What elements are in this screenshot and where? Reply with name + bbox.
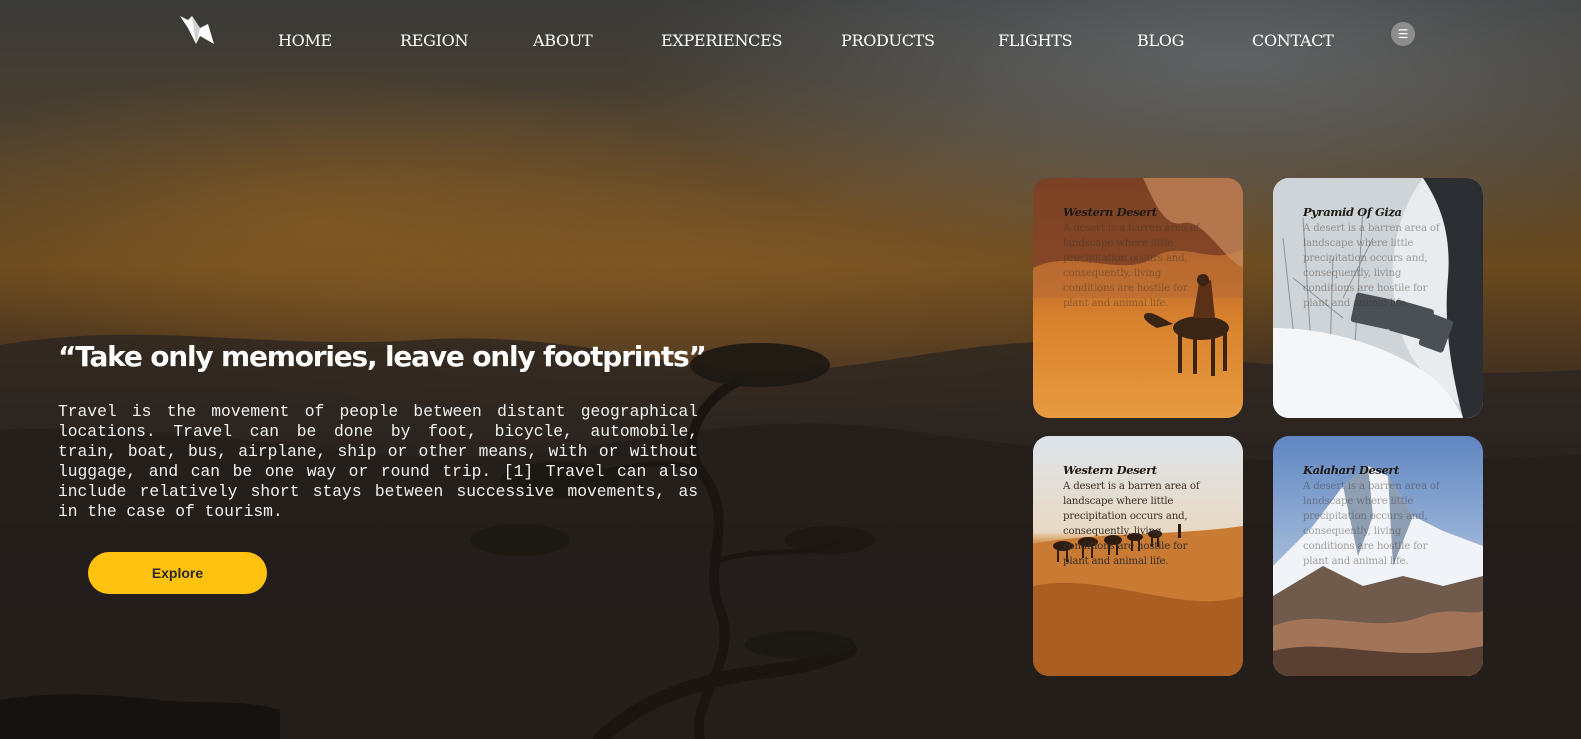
hero-description: Travel is the movement of people between… bbox=[58, 402, 698, 521]
origami-bird-logo[interactable] bbox=[178, 14, 216, 48]
nav-blog[interactable]: BLOG bbox=[1137, 31, 1184, 50]
card-description: A desert is a barren area of landscape w… bbox=[1303, 223, 1440, 309]
nav-experiences[interactable]: EXPERIENCES bbox=[661, 31, 782, 50]
explore-button[interactable]: Explore bbox=[88, 552, 267, 594]
nav-contact[interactable]: CONTACT bbox=[1252, 31, 1334, 50]
destination-card-western-desert-caravan[interactable]: Western Desert A desert is a barren area… bbox=[1033, 436, 1243, 676]
card-description: A desert is a barren area of landscape w… bbox=[1063, 481, 1200, 567]
destination-card-western-desert[interactable]: Western Desert A desert is a barren area… bbox=[1033, 178, 1243, 418]
nav-home[interactable]: HOME bbox=[278, 31, 332, 50]
main-navigation: HOME REGION ABOUT EXPERIENCES PRODUCTS F… bbox=[0, 0, 1581, 80]
card-description: A desert is a barren area of landscape w… bbox=[1303, 481, 1440, 567]
card-title: Western Desert bbox=[1063, 205, 1157, 219]
nav-about[interactable]: ABOUT bbox=[533, 31, 593, 50]
nav-products[interactable]: PRODUCTS bbox=[841, 31, 935, 50]
nav-flights[interactable]: FLIGHTS bbox=[998, 31, 1073, 50]
menu-icon[interactable]: ☰ bbox=[1391, 22, 1415, 46]
destination-card-kalahari-desert[interactable]: Kalahari Desert A desert is a barren are… bbox=[1273, 436, 1483, 676]
card-title: Kalahari Desert bbox=[1303, 463, 1399, 477]
card-title: Pyramid Of Giza bbox=[1303, 205, 1402, 219]
hero-quote: “Take only memories, leave only footprin… bbox=[58, 340, 707, 373]
card-description: A desert is a barren area of landscape w… bbox=[1063, 223, 1200, 309]
card-title: Western Desert bbox=[1063, 463, 1157, 477]
destination-card-pyramid-of-giza[interactable]: Pyramid Of Giza A desert is a barren are… bbox=[1273, 178, 1483, 418]
nav-region[interactable]: REGION bbox=[400, 31, 468, 50]
